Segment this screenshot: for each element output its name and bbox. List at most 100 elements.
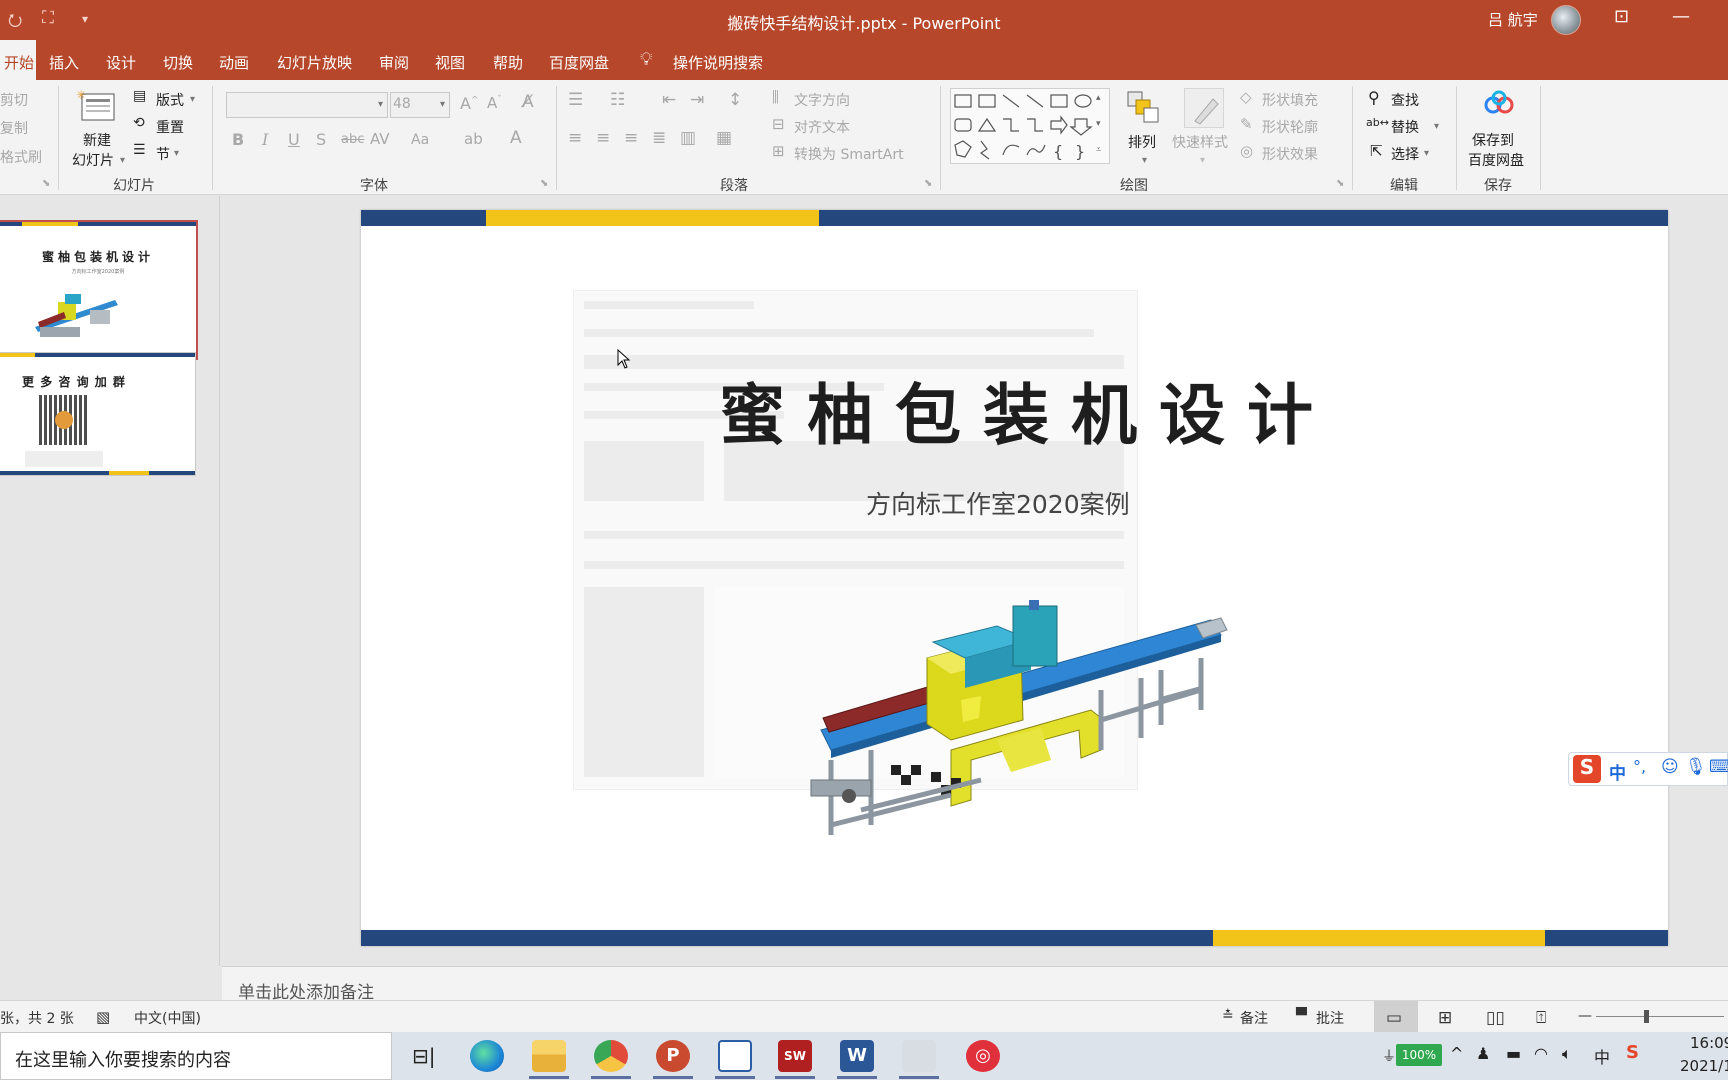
slide-subtitle[interactable]: 方向标工作室2020案例 — [866, 485, 1130, 521]
folder-icon[interactable] — [902, 1040, 936, 1072]
font-name-field[interactable]: ▾ — [226, 92, 388, 118]
notes-toggle-icon[interactable]: ≛ — [1222, 1008, 1234, 1024]
tab-design[interactable]: 设计 — [106, 52, 136, 73]
increase-font-icon[interactable]: A^ — [460, 94, 479, 113]
text-direction-button[interactable]: 文字方向 — [794, 90, 850, 110]
packaging-machine-image[interactable] — [801, 600, 1241, 850]
drawing-launcher-icon[interactable]: ⬊ — [1336, 178, 1344, 189]
gallery-up-icon[interactable]: ▴ — [1096, 93, 1101, 103]
zoom-slider-thumb[interactable] — [1644, 1010, 1649, 1023]
tell-me-search[interactable]: 操作说明搜索 — [673, 52, 763, 73]
change-case-icon[interactable]: Aa — [411, 132, 429, 148]
volume-icon[interactable]: 🔈︎ — [1562, 1044, 1572, 1064]
ribbon-display-icon[interactable]: ⊡ — [1614, 6, 1629, 27]
normal-view-icon[interactable]: ▭ — [1386, 1008, 1402, 1028]
decrease-font-icon[interactable]: Aˇ — [487, 94, 502, 112]
copy-button[interactable]: 复制 — [0, 118, 28, 138]
gallery-down-icon[interactable]: ▾ — [1096, 119, 1101, 129]
italic-icon[interactable]: I — [262, 130, 268, 149]
new-slide-icon[interactable]: ✳ — [76, 88, 118, 124]
slide-thumbnail-1[interactable]: 蜜柚包装机设计 方向标工作室2020案例 — [0, 220, 198, 360]
power-plug-icon[interactable]: ⏚ — [1382, 1046, 1396, 1066]
shadow-icon[interactable]: S — [316, 130, 326, 149]
character-spacing-icon[interactable]: AV — [370, 130, 390, 148]
tab-help[interactable]: 帮助 — [493, 52, 523, 73]
quick-styles-icon[interactable] — [1184, 88, 1224, 128]
strikethrough-icon[interactable]: abc — [341, 132, 364, 147]
shapes-gallery[interactable]: {} ▴ ▾ ⩡ — [950, 88, 1110, 164]
clipboard-launcher-icon[interactable]: ⬊ — [42, 178, 50, 189]
paragraph-launcher-icon[interactable]: ⬊ — [924, 178, 932, 189]
section-dropdown-icon[interactable]: ▾ — [174, 148, 179, 159]
format-painter-button[interactable]: 格式刷 — [0, 147, 42, 167]
slide-title[interactable]: 蜜柚包装机设计 — [719, 362, 1319, 458]
font-launcher-icon[interactable]: ⬊ — [540, 178, 548, 189]
tab-insert[interactable]: 插入 — [49, 52, 79, 73]
new-slide-dropdown-icon[interactable]: ▾ — [120, 155, 125, 166]
tab-animations[interactable]: 动画 — [219, 52, 249, 73]
zoom-slider[interactable] — [1596, 1016, 1724, 1017]
arrange-dropdown-icon[interactable]: ▾ — [1142, 155, 1147, 166]
underline-icon[interactable]: U — [288, 130, 300, 149]
tab-slideshow[interactable]: 幻灯片放映 — [277, 52, 352, 73]
reading-view-icon[interactable]: ▯▯ — [1486, 1008, 1505, 1028]
save-to-baidu-label-2[interactable]: 百度网盘 — [1468, 150, 1524, 170]
language-indicator[interactable]: 中文(中国) — [134, 1008, 201, 1028]
word-icon[interactable]: W — [840, 1040, 874, 1072]
tab-transitions[interactable]: 切换 — [163, 52, 193, 73]
task-view-icon[interactable]: ⊟| — [412, 1044, 436, 1068]
tab-view[interactable]: 视图 — [435, 52, 465, 73]
tab-review[interactable]: 审阅 — [379, 52, 409, 73]
accessibility-icon[interactable]: ▧ — [96, 1008, 110, 1026]
show-hidden-icons-icon[interactable]: ^ — [1450, 1044, 1463, 1063]
decrease-indent-icon[interactable]: ⇤ — [662, 90, 676, 110]
ime-toolbar[interactable]: S 中 °, ☺ 🎙︎ ⌨ — [1568, 752, 1728, 786]
convert-smartart-button[interactable]: 转换为 SmartArt — [794, 144, 904, 164]
edge-icon[interactable] — [470, 1040, 504, 1072]
highlight-icon[interactable]: ab — [464, 130, 483, 148]
powerpoint-icon[interactable]: P — [656, 1040, 690, 1072]
select-button[interactable]: 选择 — [1391, 144, 1419, 164]
sogou-tray-icon[interactable]: S — [1626, 1042, 1639, 1063]
notes-toggle[interactable]: 备注 — [1240, 1008, 1268, 1028]
replace-dropdown-icon[interactable]: ▾ — [1434, 121, 1439, 132]
cut-button[interactable]: 剪切 — [0, 90, 28, 110]
shape-fill-button[interactable]: 形状填充 — [1262, 90, 1318, 110]
align-text-button[interactable]: 对齐文本 — [794, 117, 850, 137]
shape-effects-button[interactable]: 形状效果 — [1262, 144, 1318, 164]
reset-button[interactable]: 重置 — [156, 117, 184, 137]
emoji-icon[interactable]: ☺ — [1661, 757, 1679, 777]
save-to-baidu-label-1[interactable]: 保存到 — [1472, 130, 1514, 150]
arrange-icon[interactable] — [1124, 88, 1164, 124]
new-slide-label-2[interactable]: 幻灯片 — [72, 150, 114, 170]
numbering-icon[interactable]: ☷ — [610, 90, 625, 110]
replace-button[interactable]: 替换 — [1391, 117, 1419, 137]
tab-home[interactable]: 开始 — [0, 40, 36, 80]
bold-icon[interactable]: B — [232, 130, 244, 149]
ime-mode-label[interactable]: 中 — [1609, 759, 1626, 784]
increase-indent-icon[interactable]: ⇥ — [690, 90, 704, 110]
align-left-icon[interactable]: ≡ — [568, 128, 582, 148]
comments-toggle[interactable]: 批注 — [1316, 1008, 1344, 1028]
find-button[interactable]: 查找 — [1391, 90, 1419, 110]
solidworks-icon[interactable]: SW — [778, 1040, 812, 1072]
arrange-button[interactable]: 排列 — [1128, 132, 1156, 152]
baidu-netdisk-icon[interactable] — [1484, 90, 1514, 116]
bullets-icon[interactable]: ☰ — [568, 90, 583, 110]
layout-button[interactable]: 版式 — [156, 90, 184, 110]
device-icon[interactable]: ▬ — [1506, 1044, 1521, 1063]
quick-styles-dropdown-icon[interactable]: ▾ — [1200, 155, 1205, 166]
shape-outline-button[interactable]: 形状轮廓 — [1262, 117, 1318, 137]
new-slide-label-1[interactable]: 新建 — [83, 130, 111, 150]
comments-icon[interactable]: ▀ — [1296, 1008, 1307, 1024]
gallery-more-icon[interactable]: ⩡ — [1096, 145, 1101, 155]
font-size-field[interactable]: 48 ▾ — [390, 92, 450, 118]
punctuation-icon[interactable]: °, — [1633, 757, 1646, 776]
font-color-icon[interactable]: A — [510, 128, 522, 148]
justify-icon[interactable]: ≣ — [652, 128, 666, 148]
line-spacing-icon[interactable]: ↕ — [728, 90, 742, 110]
netease-music-icon[interactable]: ◎ — [966, 1040, 1000, 1072]
align-center-icon[interactable]: ≡ — [596, 128, 610, 148]
slideshow-view-icon[interactable]: ⍐ — [1536, 1008, 1546, 1028]
section-button[interactable]: 节 — [156, 144, 170, 164]
